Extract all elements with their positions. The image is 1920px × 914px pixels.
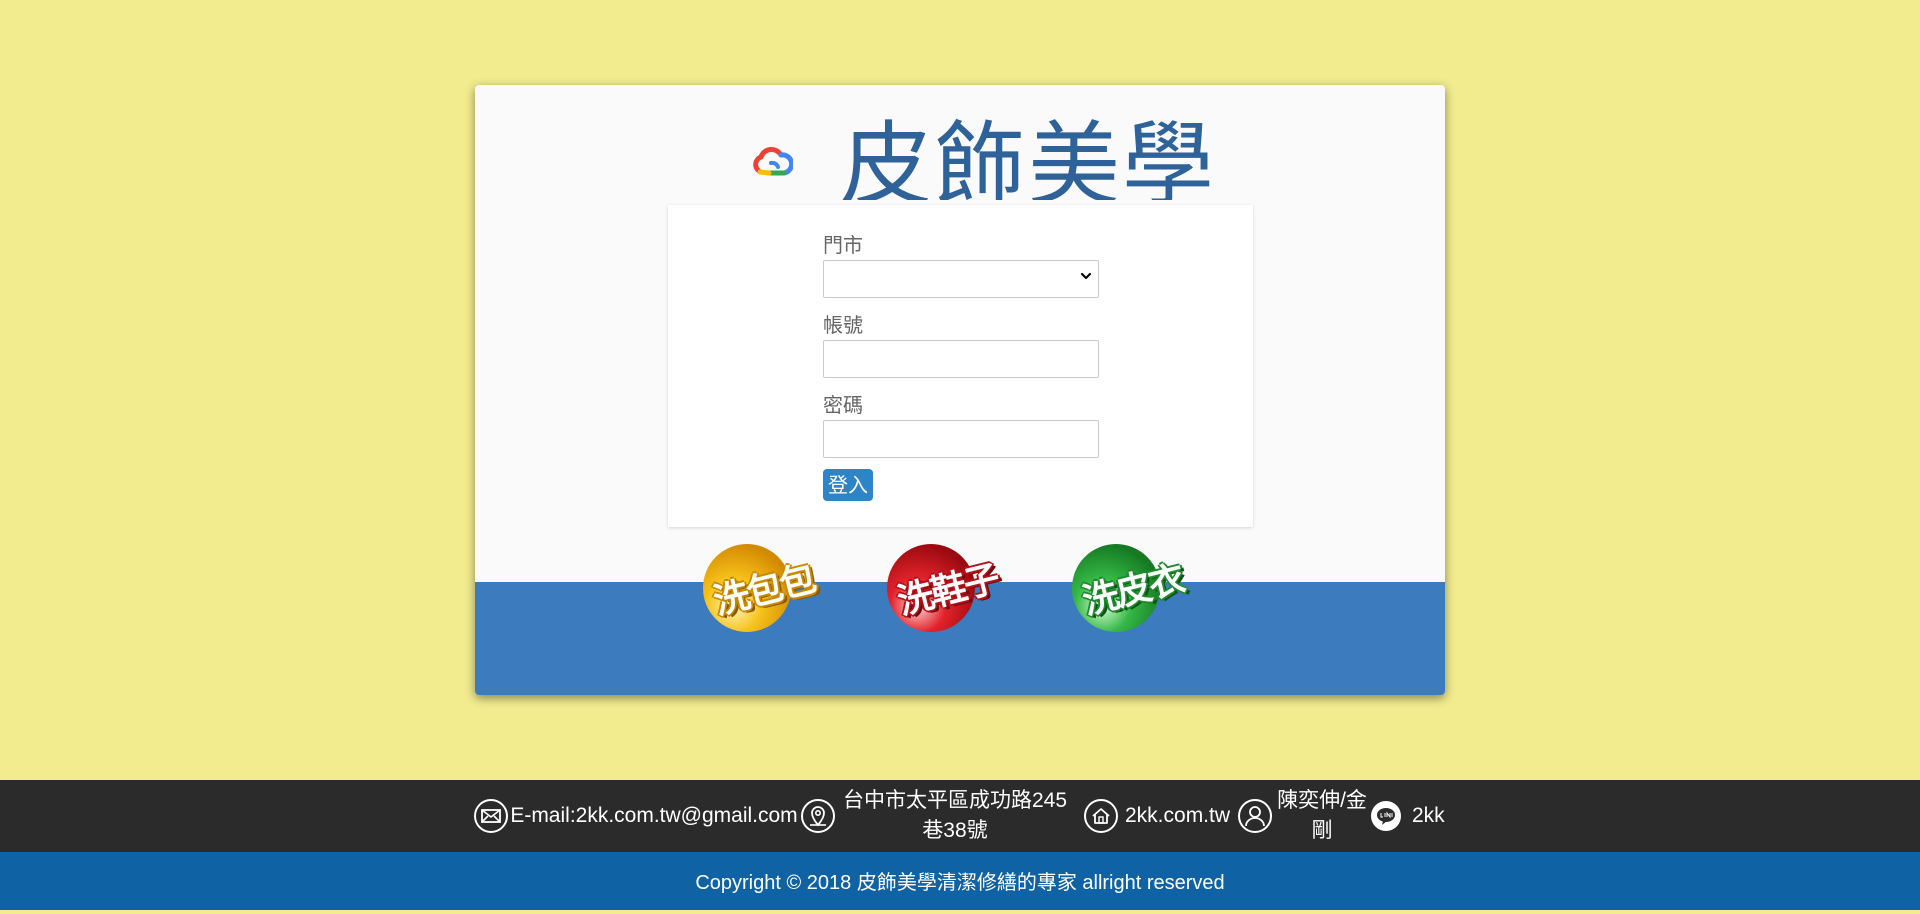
footer-contact-bar: E-mail:2kk.com.tw@gmail.com 台中市太平區成功路245…	[0, 780, 1920, 852]
footer-address: 台中市太平區成功路245巷38號	[800, 780, 1070, 852]
footer-website[interactable]: 2kk.com.tw	[1083, 780, 1230, 852]
footer-website-text: 2kk.com.tw	[1125, 804, 1231, 827]
store-select[interactable]	[823, 260, 1099, 298]
footer-line[interactable]: 2kk	[1370, 780, 1445, 852]
account-input[interactable]	[823, 340, 1099, 378]
service-wash-leather[interactable]: 洗皮衣	[1072, 540, 1222, 635]
service-wash-shoes[interactable]: 洗鞋子	[887, 540, 1037, 635]
account-label: 帳號	[823, 313, 863, 337]
login-card: 皮飾美學 門市 帳號 密碼 登入 洗包包 洗鞋子 洗皮衣	[475, 85, 1445, 695]
map-pin-icon	[801, 799, 835, 833]
password-input[interactable]	[823, 420, 1099, 458]
envelope-icon	[474, 799, 508, 833]
login-button[interactable]: 登入	[823, 469, 873, 501]
user-icon	[1238, 799, 1272, 833]
login-form: 門市 帳號 密碼 登入	[823, 232, 1099, 501]
brand-title: 皮飾美學	[840, 112, 1217, 200]
service-wash-bag[interactable]: 洗包包	[703, 540, 853, 635]
footer-address-text: 台中市太平區成功路245巷38號	[842, 789, 1068, 842]
google-cloud-icon	[753, 147, 793, 176]
line-icon	[1371, 801, 1401, 831]
footer-line-text: 2kk	[1412, 804, 1445, 827]
footer-contact-text: 陳奕伸/金剛	[1277, 789, 1367, 842]
store-select-wrap	[823, 260, 1099, 298]
footer-email: E-mail:2kk.com.tw@gmail.com	[473, 780, 799, 852]
password-label: 密碼	[823, 393, 863, 417]
home-icon	[1084, 799, 1118, 833]
footer-contact-person: 陳奕伸/金剛	[1237, 780, 1367, 852]
chevron-down-icon	[1080, 272, 1092, 280]
footer-email-text: E-mail:2kk.com.tw@gmail.com	[510, 804, 798, 827]
footer-copyright: Copyright © 2018 皮飾美學清潔修繕的專家 allright re…	[0, 852, 1920, 910]
login-form-panel: 門市 帳號 密碼 登入	[668, 205, 1253, 527]
store-label: 門市	[823, 233, 863, 257]
